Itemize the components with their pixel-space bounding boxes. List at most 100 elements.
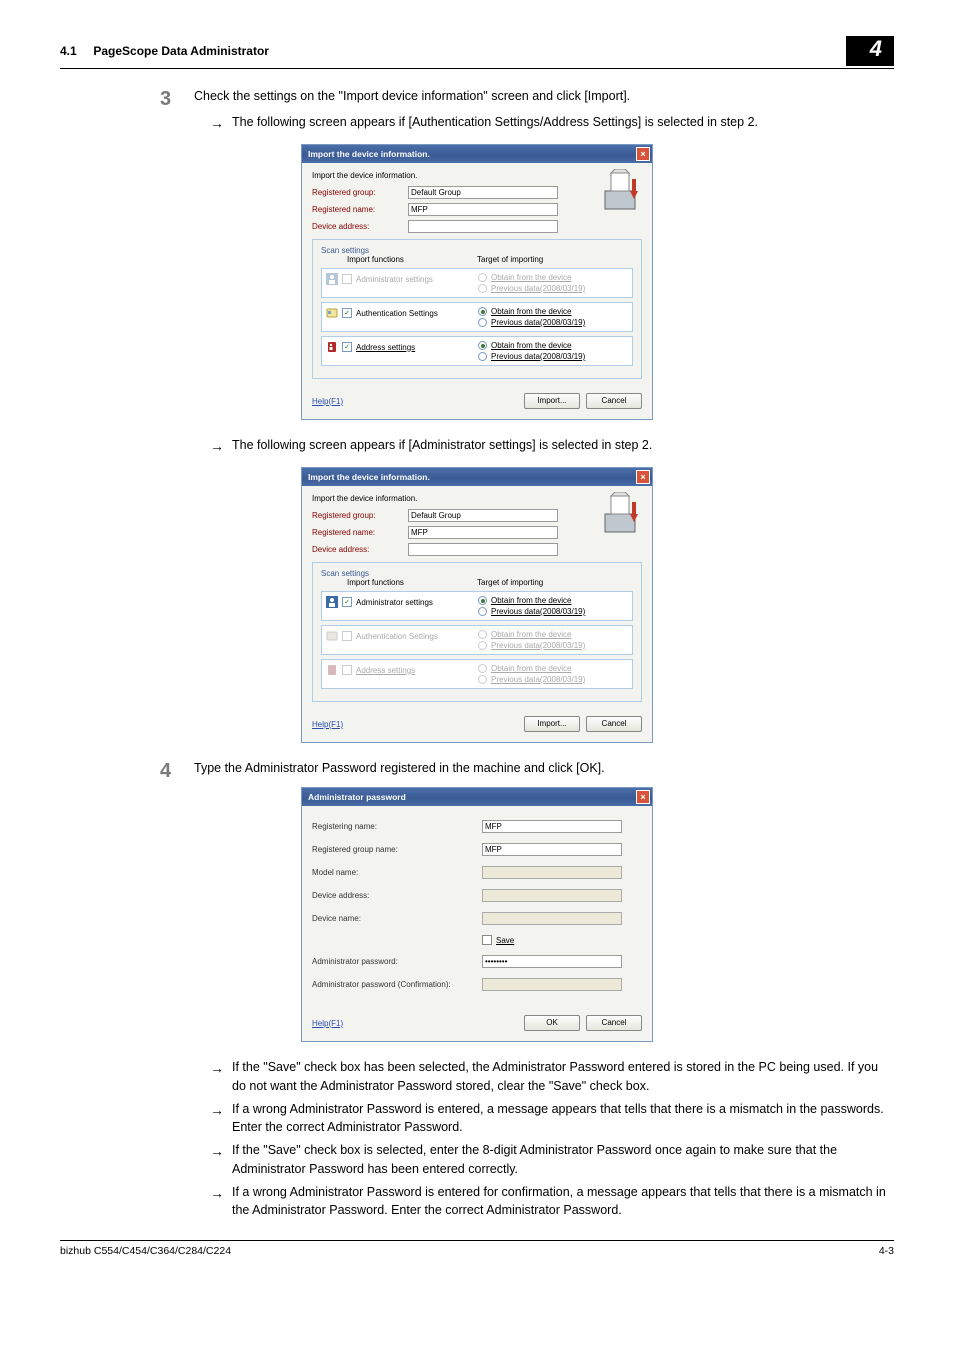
row-authentication-settings: ✓ Authentication Settings Obtain from th… (321, 302, 633, 332)
dialog-title: Import the device information. (308, 472, 430, 482)
label-addr-settings: Address settings (356, 666, 415, 675)
close-icon[interactable]: × (636, 790, 650, 804)
model-name-input (482, 866, 622, 879)
col-import-functions: Import functions (347, 578, 477, 587)
label-device-name: Device name: (312, 914, 482, 923)
radio-obtain-auth (478, 630, 487, 639)
admin-password-confirm-input[interactable] (482, 978, 622, 991)
row-administrator-settings: ✓ Administrator settings Obtain from the… (321, 591, 633, 621)
registered-group-input[interactable]: Default Group (408, 509, 558, 522)
registering-name-input[interactable]: MFP (482, 820, 622, 833)
label-model-name: Model name: (312, 868, 482, 877)
arrow-icon: → (210, 1141, 232, 1162)
dialog-caption: Import the device information. (312, 494, 642, 503)
arrow-icon: → (210, 1183, 232, 1204)
section-number: 4.1 (60, 44, 77, 58)
label-admin-settings: Administrator settings (356, 275, 433, 284)
import-button[interactable]: Import... (524, 716, 580, 732)
import-dialog-auth-addr: Import the device information. × Import … (301, 144, 653, 420)
save-checkbox[interactable] (482, 935, 492, 945)
scan-settings-group: Scan settings Import functions Target of… (312, 562, 642, 702)
radio-obtain-addr (478, 664, 487, 673)
step-number: 3 (160, 87, 194, 109)
page-header: 4.1 PageScope Data Administrator 4 (60, 36, 894, 69)
radio-obtain-admin[interactable] (478, 596, 487, 605)
radio-prev-auth (478, 641, 487, 650)
checkbox-admin[interactable]: ✓ (342, 597, 352, 607)
arrow-icon: → (210, 113, 232, 134)
label-registered-name: Registered name: (312, 528, 408, 537)
label-admin-password-confirm: Administrator password (Confirmation): (312, 980, 482, 989)
card-icon (326, 307, 338, 319)
radio-prev-addr (478, 675, 487, 684)
step-3: 3 Check the settings on the "Import devi… (160, 87, 894, 109)
person-icon (326, 596, 338, 608)
checkbox-addr (342, 665, 352, 675)
label-device-address: Device address: (312, 891, 482, 900)
arrow-icon: → (210, 436, 232, 457)
radio-prev-addr[interactable] (478, 352, 487, 361)
step-text: Type the Administrator Password register… (194, 759, 605, 778)
book-icon (326, 341, 338, 353)
registered-group-name-input[interactable]: MFP (482, 843, 622, 856)
label-registered-name: Registered name: (312, 205, 408, 214)
help-link[interactable]: Help(F1) (312, 1019, 343, 1028)
label-save: Save (496, 936, 514, 945)
label-device-address: Device address: (312, 545, 408, 554)
checkbox-auth (342, 631, 352, 641)
ok-button[interactable]: OK (524, 1015, 580, 1031)
checkbox-addr[interactable]: ✓ (342, 342, 352, 352)
dialog-title: Administrator password (308, 792, 406, 802)
cancel-button[interactable]: Cancel (586, 716, 642, 732)
label-registering-name: Registering name: (312, 822, 482, 831)
radio-obtain-admin (478, 273, 487, 282)
cancel-button[interactable]: Cancel (586, 393, 642, 409)
dialog-title: Import the device information. (308, 149, 430, 159)
printer-icon (602, 169, 644, 215)
titlebar: Import the device information. × (302, 145, 652, 163)
registered-name-input[interactable]: MFP (408, 203, 558, 216)
chapter-badge: 4 (846, 36, 894, 66)
admin-password-dialog: Administrator password × Registering nam… (301, 787, 653, 1042)
scan-settings-legend: Scan settings (318, 246, 372, 255)
radio-obtain-auth[interactable] (478, 307, 487, 316)
radio-obtain-addr[interactable] (478, 341, 487, 350)
arrow-icon: → (210, 1058, 232, 1079)
card-icon (326, 630, 338, 642)
label-auth-settings: Authentication Settings (356, 309, 438, 318)
close-icon[interactable]: × (636, 147, 650, 161)
label-device-address: Device address: (312, 222, 408, 231)
scan-settings-legend: Scan settings (318, 569, 372, 578)
cancel-button[interactable]: Cancel (586, 1015, 642, 1031)
radio-prev-admin (478, 284, 487, 293)
row-authentication-settings: Authentication Settings Obtain from the … (321, 625, 633, 655)
step4-notes: →If the "Save" check box has been select… (210, 1058, 894, 1220)
footer-model: bizhub C554/C454/C364/C284/C224 (60, 1245, 231, 1257)
row-address-settings: ✓ Address settings Obtain from the devic… (321, 336, 633, 366)
radio-prev-admin[interactable] (478, 607, 487, 616)
device-address-input (482, 889, 622, 902)
step-text: Check the settings on the "Import device… (194, 87, 630, 106)
label-auth-settings: Authentication Settings (356, 632, 438, 641)
registered-group-input[interactable]: Default Group (408, 186, 558, 199)
checkbox-auth[interactable]: ✓ (342, 308, 352, 318)
radio-prev-auth[interactable] (478, 318, 487, 327)
import-dialog-admin: Import the device information. × Import … (301, 467, 653, 743)
device-address-input[interactable] (408, 543, 558, 556)
help-link[interactable]: Help(F1) (312, 720, 343, 729)
row-address-settings: Address settings Obtain from the device … (321, 659, 633, 689)
registered-name-input[interactable]: MFP (408, 526, 558, 539)
person-icon (326, 273, 338, 285)
close-icon[interactable]: × (636, 470, 650, 484)
device-address-input[interactable] (408, 220, 558, 233)
device-name-input (482, 912, 622, 925)
step-number: 4 (160, 759, 194, 781)
col-target-importing: Target of importing (477, 255, 543, 264)
book-icon (326, 664, 338, 676)
step-4: 4 Type the Administrator Password regist… (160, 759, 894, 781)
import-button[interactable]: Import... (524, 393, 580, 409)
help-link[interactable]: Help(F1) (312, 397, 343, 406)
printer-icon (602, 492, 644, 538)
label-admin-settings: Administrator settings (356, 598, 433, 607)
admin-password-input[interactable]: •••••••• (482, 955, 622, 968)
